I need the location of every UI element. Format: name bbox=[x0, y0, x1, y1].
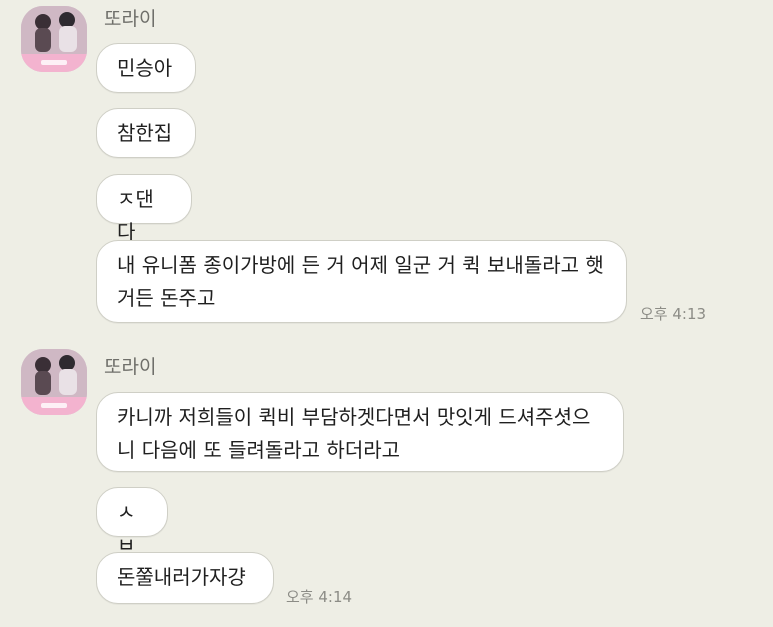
message-timestamp: 오후 4:13 bbox=[640, 305, 707, 323]
avatar[interactable] bbox=[21, 349, 87, 415]
message-timestamp: 오후 4:14 bbox=[286, 588, 353, 606]
message-bubble[interactable]: 돈쭐내러가자걍 bbox=[96, 552, 274, 604]
message-bubble[interactable]: ㅈ댄다 bbox=[96, 174, 192, 244]
message-bubble[interactable]: 카니까 저희들이 퀵비 부담하겟다면서 맛잇게 드셔주셧으 니 다음에 또 들려… bbox=[96, 392, 624, 472]
sender-name: 또라이 bbox=[104, 356, 157, 378]
message-bubble[interactable]: 내 유니폼 종이가방에 든 거 어제 일군 거 퀵 보내돌라고 햇 거든 돈주고 bbox=[96, 240, 627, 323]
message-bubble[interactable]: 참한집 bbox=[96, 108, 196, 158]
message-bubble[interactable]: ㅅㅂ bbox=[96, 487, 168, 557]
message-bubble[interactable]: 민승아 bbox=[96, 43, 196, 93]
sender-name: 또라이 bbox=[104, 8, 157, 30]
avatar[interactable] bbox=[21, 6, 87, 72]
